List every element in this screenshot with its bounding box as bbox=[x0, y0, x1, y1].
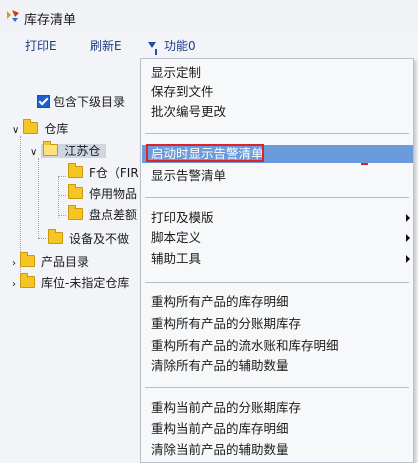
tree-line bbox=[38, 158, 39, 238]
down-arrow-icon bbox=[148, 42, 157, 55]
window-title: 库存清单 bbox=[24, 13, 77, 28]
tree-label: F仓（FIR bbox=[89, 166, 139, 180]
include-sublevels-checkbox[interactable]: 包含下级目录 bbox=[37, 93, 125, 110]
tree-label: 仓库 bbox=[44, 122, 69, 136]
folder-icon bbox=[68, 184, 83, 199]
open-folder-icon bbox=[43, 141, 59, 156]
menu-item-label: 打印及模版 bbox=[151, 210, 214, 225]
menu-item-rebuild-cur-ledger[interactable]: 重构当前产品的分账期库存 bbox=[151, 399, 301, 417]
tree-label: 产品目录 bbox=[41, 255, 90, 269]
tree-line bbox=[58, 215, 66, 216]
expand-icon[interactable]: ∨ bbox=[30, 147, 37, 158]
toolbar: 打印E 刷新E 功能0 bbox=[0, 32, 418, 58]
tree-node-discontinued[interactable]: 停用物品 bbox=[68, 184, 138, 203]
print-button[interactable]: 打印E bbox=[25, 37, 57, 54]
tree-node-jiangsu[interactable]: ∨ 江苏仓 bbox=[30, 141, 107, 160]
menu-item-rebuild-all-flow[interactable]: 重构所有产品的流水账和库存明细 bbox=[151, 337, 339, 355]
menu-separator bbox=[145, 387, 409, 388]
tree-label: 设备及不做 bbox=[69, 232, 130, 246]
menu-item-print-template[interactable]: 打印及模版 bbox=[151, 209, 411, 227]
tree-node-unassigned-location[interactable]: › 库位-未指定仓库 bbox=[12, 273, 130, 292]
tree-node-inventory-diff[interactable]: 盘点差额 bbox=[68, 205, 138, 224]
menu-item-save-to-file[interactable]: 保存到文件 bbox=[151, 83, 214, 101]
menu-item-clear-all-aux[interactable]: 清除所有产品的辅助数量 bbox=[151, 357, 289, 375]
tree-node-f-warehouse[interactable]: F仓（FIR bbox=[68, 163, 139, 182]
folder-icon bbox=[68, 163, 83, 178]
checkbox-checked-icon bbox=[37, 95, 50, 108]
app-icon bbox=[7, 10, 19, 22]
menu-item-show-alert-on-start[interactable]: 启动时显示告警清单 bbox=[151, 145, 264, 163]
tree-label: 盘点差额 bbox=[89, 208, 138, 222]
tree-label: 停用物品 bbox=[89, 187, 138, 201]
refresh-button[interactable]: 刷新E bbox=[90, 37, 122, 54]
tree-line bbox=[58, 176, 59, 218]
menu-item-clear-cur-aux[interactable]: 清除当前产品的辅助数量 bbox=[151, 441, 289, 459]
title-bar: 库存清单 bbox=[0, 0, 418, 32]
collapse-icon[interactable]: › bbox=[12, 258, 16, 269]
menu-item-label: 脚本定义 bbox=[151, 230, 202, 245]
folder-icon bbox=[48, 229, 63, 244]
menu-separator bbox=[145, 282, 409, 283]
menu-item-rebuild-all-stock[interactable]: 重构所有产品的库存明细 bbox=[151, 293, 289, 311]
menu-separator bbox=[145, 197, 409, 198]
tree-node-product-catalog[interactable]: › 产品目录 bbox=[12, 252, 90, 271]
tree-node-warehouse[interactable]: ∨ 仓库 bbox=[12, 119, 69, 138]
tree-label: 江苏仓 bbox=[64, 144, 101, 158]
menu-item-label: 辅助工具 bbox=[151, 251, 202, 266]
menu-item-script-define[interactable]: 脚本定义 bbox=[151, 229, 411, 247]
function-label: 功能0 bbox=[164, 39, 196, 53]
menu-separator bbox=[145, 133, 409, 134]
menu-item-rebuild-all-ledger[interactable]: 重构所有产品的分账期库存 bbox=[151, 315, 301, 333]
folder-icon bbox=[68, 205, 83, 220]
folder-icon bbox=[20, 273, 35, 288]
tree-line bbox=[58, 195, 66, 196]
tree-line bbox=[58, 176, 66, 177]
tree-line bbox=[38, 238, 46, 239]
menu-item-show-alert[interactable]: 显示告警清单 bbox=[151, 167, 226, 185]
function-menu-button[interactable]: 功能0 bbox=[148, 37, 196, 55]
menu-item-display-custom[interactable]: 显示定制 bbox=[151, 64, 201, 82]
menu-item-aux-tools[interactable]: 辅助工具 bbox=[151, 250, 411, 268]
include-sublevels-label: 包含下级目录 bbox=[53, 95, 126, 109]
folder-icon bbox=[23, 119, 39, 134]
expand-icon[interactable]: ∨ bbox=[12, 125, 19, 136]
menu-item-rebuild-cur-stock[interactable]: 重构当前产品的库存明细 bbox=[151, 420, 289, 438]
function-context-menu: 显示定制 保存到文件 批次编号更改 启动时显示告警清单 显示告警清单 打印及模版… bbox=[140, 58, 414, 463]
folder-icon bbox=[20, 252, 35, 267]
tree-node-equipment[interactable]: 设备及不做 bbox=[48, 229, 130, 248]
annotation-red-mark bbox=[361, 163, 368, 165]
tree-label: 库位-未指定仓库 bbox=[41, 276, 130, 290]
collapse-icon[interactable]: › bbox=[12, 279, 16, 290]
menu-item-batch-change[interactable]: 批次编号更改 bbox=[151, 103, 226, 121]
